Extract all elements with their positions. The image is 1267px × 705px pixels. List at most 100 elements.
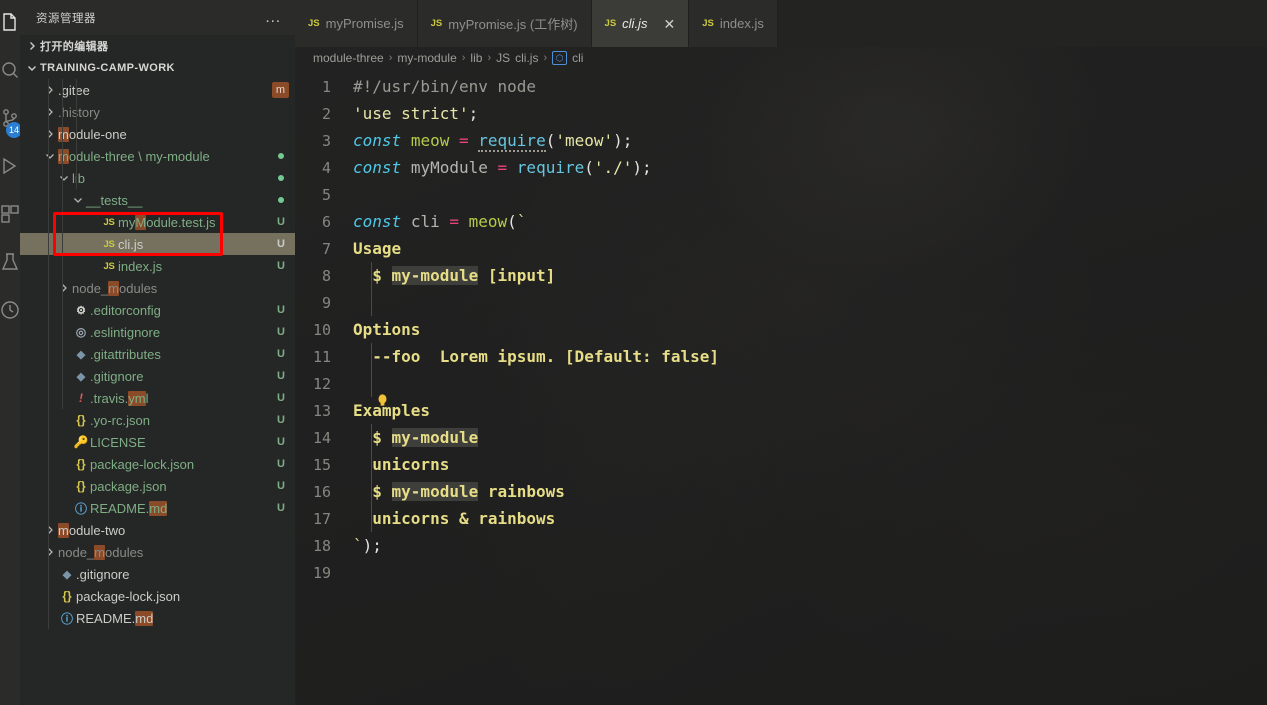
- indent-guide: [371, 424, 372, 451]
- code-line[interactable]: 5: [295, 181, 1267, 208]
- line-number: 18: [312, 536, 331, 555]
- tree-file-row[interactable]: {} .yo-rc.json U: [20, 409, 295, 431]
- info-icon: ⓘ: [74, 501, 87, 516]
- breadcrumb-item[interactable]: lib: [470, 51, 482, 65]
- activity-bar-item-search[interactable]: [0, 48, 20, 96]
- code-text: const meow = require('meow');: [353, 131, 633, 152]
- tree-file-row[interactable]: ⓘ README.md: [20, 607, 295, 629]
- editor-tab[interactable]: JS cli.js ✕: [591, 0, 690, 47]
- tree-file-row[interactable]: 🔑 LICENSE U: [20, 431, 295, 453]
- js-file-icon: JS: [308, 18, 320, 29]
- activity-bar-item-run-and-debug[interactable]: [0, 144, 20, 192]
- git-status-badge: U: [277, 436, 285, 448]
- code-line[interactable]: 11 --foo Lorem ipsum. [Default: false]: [295, 343, 1267, 370]
- code-line[interactable]: 15 unicorns: [295, 451, 1267, 478]
- tree-item-label: myModule.test.js: [118, 214, 216, 230]
- code-editor[interactable]: 1 #!/usr/bin/env node 2 'use strict'; 3 const…: [295, 69, 1267, 586]
- code-line[interactable]: 4 const myModule = require('./');: [295, 154, 1267, 181]
- close-icon[interactable]: ✕: [663, 17, 675, 31]
- tree-item-label: .yo-rc.json: [90, 412, 150, 428]
- tree-item-label: module-one: [58, 126, 127, 142]
- activity-bar-item-extensions[interactable]: [0, 192, 20, 240]
- activity-bar-item-explorer[interactable]: [0, 0, 20, 48]
- code-line[interactable]: 19: [295, 559, 1267, 586]
- extensions-icon: [0, 203, 20, 230]
- tree-indent-guide: [62, 79, 63, 409]
- code-line[interactable]: 14 $ my-module: [295, 424, 1267, 451]
- activity-bar-item-timeline[interactable]: [0, 288, 20, 336]
- code-line[interactable]: 18 `);: [295, 532, 1267, 559]
- code-line[interactable]: 7 Usage: [295, 235, 1267, 262]
- git-status-badge: U: [277, 370, 285, 382]
- activity-bar-item-source-control[interactable]: 14: [0, 96, 20, 144]
- code-line[interactable]: 8 $ my-module [input]: [295, 262, 1267, 289]
- activity-bar-item-testing[interactable]: [0, 240, 20, 288]
- tree-item-label: cli.js: [118, 236, 144, 252]
- code-line[interactable]: 3 const meow = require('meow');: [295, 127, 1267, 154]
- json-file-icon: {}: [76, 457, 86, 471]
- tree-item-label: module-three \ my-module: [58, 148, 210, 164]
- tree-indent-guide: [76, 79, 77, 189]
- chevron-down-icon: [70, 192, 86, 208]
- code-text: Usage: [353, 239, 402, 258]
- breadcrumb-item[interactable]: cli: [572, 51, 583, 65]
- file-tree[interactable]: .gitee m .history module-one module-three \ …: [20, 79, 295, 705]
- editor-tab-label: index.js: [719, 16, 764, 31]
- breadcrumb[interactable]: module-three › my-module › lib › JS cli.js › ⬡ cli: [295, 47, 1267, 69]
- explorer-more-actions-button[interactable]: ...: [265, 9, 287, 26]
- circle-icon: ◎: [75, 325, 87, 339]
- editor-tab[interactable]: JS index.js: [689, 0, 778, 47]
- lightbulb-icon[interactable]: [377, 394, 388, 407]
- code-text: unicorns: [353, 455, 450, 474]
- code-text: Examples: [353, 401, 431, 420]
- code-line[interactable]: 2 'use strict';: [295, 100, 1267, 127]
- line-number: 3: [321, 131, 331, 150]
- editor-tab[interactable]: JS myPromise.js (工作树): [417, 0, 592, 47]
- indent-guide: [371, 289, 372, 316]
- json-file-icon: {}: [76, 479, 86, 493]
- code-line[interactable]: 6 const cli = meow(`: [295, 208, 1267, 235]
- editor-tab-bar[interactable]: JS myPromise.js JS myPromise.js (工作树) JS cli.…: [295, 0, 1267, 47]
- breadcrumb-item[interactable]: module-three: [313, 51, 384, 65]
- gear-icon: ⚙: [76, 304, 86, 317]
- tree-file-row[interactable]: {} package.json U: [20, 475, 295, 497]
- license-icon: 🔑: [73, 435, 89, 449]
- breadcrumb-separator: ›: [388, 52, 393, 64]
- breadcrumb-item[interactable]: my-module: [397, 51, 456, 65]
- git-status-badge: U: [277, 348, 285, 360]
- tree-folder-row[interactable]: module-two: [20, 519, 295, 541]
- tree-file-row[interactable]: ⓘ README.md U: [20, 497, 295, 519]
- code-line[interactable]: 9: [295, 289, 1267, 316]
- explorer-header: 资源管理器 ...: [20, 0, 295, 35]
- code-line[interactable]: 12: [295, 370, 1267, 397]
- line-number: 19: [312, 563, 331, 582]
- code-line[interactable]: 1 #!/usr/bin/env node: [295, 73, 1267, 100]
- tree-item-label: package.json: [90, 478, 167, 494]
- editor-tab[interactable]: JS myPromise.js: [295, 0, 418, 47]
- workspace-folder-section[interactable]: TRAINING-CAMP-WORK: [20, 57, 295, 79]
- open-editors-section[interactable]: 打开的编辑器: [20, 35, 295, 57]
- chevron-right-icon: [42, 522, 58, 538]
- tree-file-row[interactable]: ◆ .gitignore: [20, 563, 295, 585]
- code-text: $ my-module rainbows: [353, 482, 565, 501]
- tree-folder-row[interactable]: node_modules: [20, 541, 295, 563]
- tree-file-row[interactable]: {} package-lock.json: [20, 585, 295, 607]
- breadcrumb-item[interactable]: cli.js: [515, 51, 538, 65]
- code-line[interactable]: 10 Options: [295, 316, 1267, 343]
- workspace-folder-label: TRAINING-CAMP-WORK: [40, 62, 175, 74]
- code-line[interactable]: 13 Examples: [295, 394, 1267, 424]
- code-line[interactable]: 16 $ my-module rainbows: [295, 478, 1267, 505]
- code-text: `);: [353, 536, 382, 555]
- code-line[interactable]: 17 unicorns & rainbows: [295, 505, 1267, 532]
- tree-file-row[interactable]: {} package-lock.json U: [20, 453, 295, 475]
